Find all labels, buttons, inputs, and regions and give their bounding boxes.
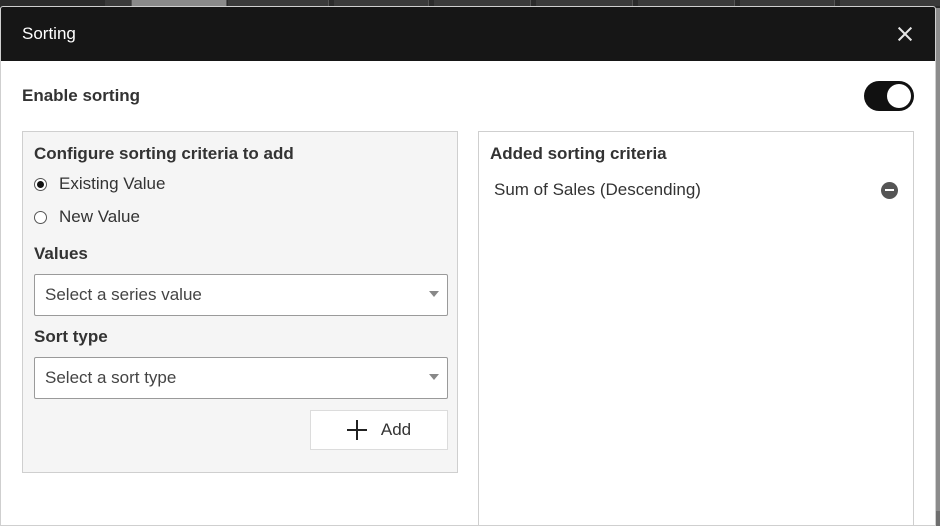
enable-sorting-label: Enable sorting <box>22 86 141 105</box>
values-select[interactable]: Select a series value <box>34 274 448 316</box>
add-button[interactable]: Add <box>310 410 448 450</box>
dialog-title: Sorting <box>22 24 76 43</box>
dialog-header: Sorting <box>1 7 935 61</box>
configure-criteria-panel: Configure sorting criteria to add Existi… <box>22 131 458 473</box>
sort-type-label: Sort type <box>34 327 108 346</box>
toggle-knob <box>887 84 911 108</box>
added-criteria-panel: Added sorting criteria Sum of Sales (Des… <box>478 131 914 525</box>
sorting-dialog: Sorting Enable sorting Configure sorting… <box>0 6 936 526</box>
sort-type-select-placeholder: Select a sort type <box>45 368 177 387</box>
radio-existing-value[interactable]: Existing Value <box>34 174 165 194</box>
enable-sorting-row: Enable sorting <box>22 81 914 111</box>
sort-type-select[interactable]: Select a sort type <box>34 357 448 399</box>
list-item: Sum of Sales (Descending) <box>494 178 898 202</box>
background-edge <box>936 8 940 511</box>
chevron-down-icon <box>429 374 439 380</box>
plus-icon <box>346 420 367 440</box>
radio-label: Existing Value <box>59 174 166 193</box>
add-button-label: Add <box>380 420 412 439</box>
remove-icon[interactable] <box>881 181 898 199</box>
configure-panel-title: Configure sorting criteria to add <box>34 144 294 163</box>
radio-button[interactable] <box>34 210 47 224</box>
close-icon[interactable] <box>895 24 915 44</box>
enable-sorting-toggle[interactable] <box>864 81 914 111</box>
added-panel-title: Added sorting criteria <box>490 144 667 163</box>
values-select-placeholder: Select a series value <box>45 285 202 304</box>
chevron-down-icon <box>429 291 439 297</box>
values-label: Values <box>34 244 88 263</box>
criteria-label: Sum of Sales (Descending) <box>494 180 701 199</box>
radio-button-checked[interactable] <box>34 177 47 191</box>
radio-new-value[interactable]: New Value <box>34 207 140 227</box>
radio-label: New Value <box>59 207 140 226</box>
